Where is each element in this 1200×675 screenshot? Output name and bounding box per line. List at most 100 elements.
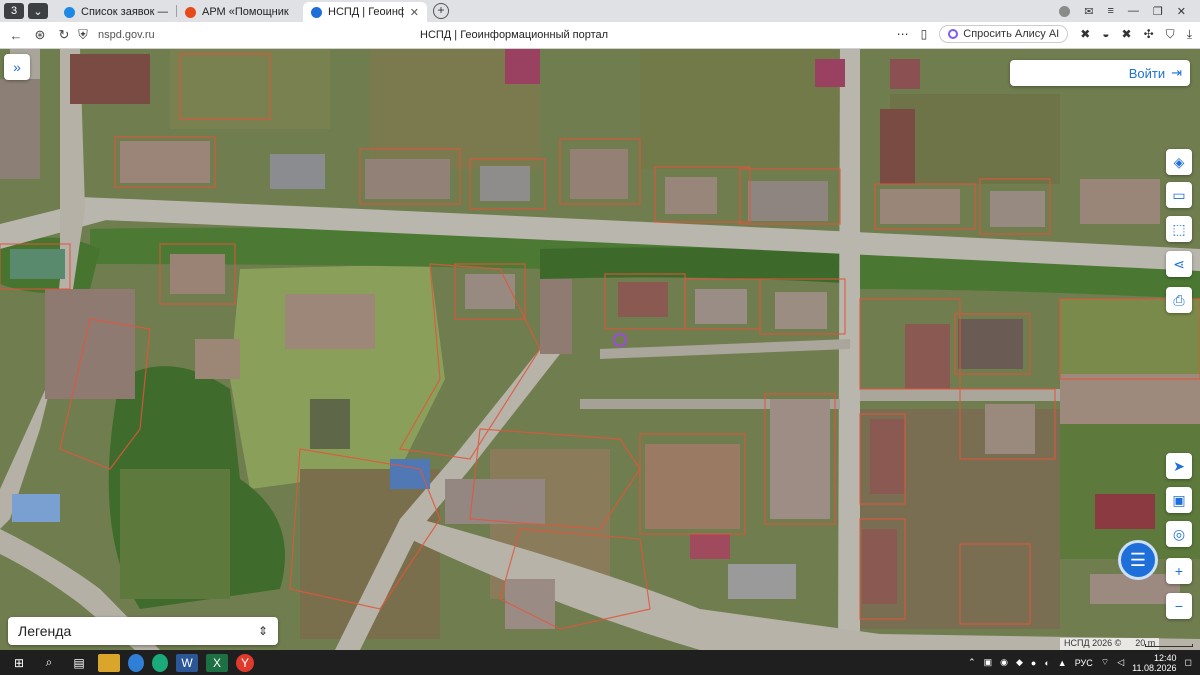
basemap-button[interactable]: ▣ (1166, 487, 1192, 513)
page-title: НСПД | Геоинформационный портал (420, 29, 609, 41)
excel-icon[interactable]: X (206, 653, 228, 672)
ruler-icon: ▭ (1172, 186, 1186, 203)
more-icon[interactable]: ⋯ (897, 27, 909, 41)
tab-label: НСПД | Геоинформацио (328, 6, 404, 18)
zoom-in-icon: + (1174, 563, 1184, 579)
address-bar-actions: ⋯ ▯ Спросить Алису AI ✖ ◒ ✖ ✣ ⛉ ⤓ (897, 25, 1192, 43)
windows-taskbar: ⊞ ⌕ ▤ W X Y ⌃ ▣ ◉ ◆ ● ◐ ▲ РУС ⌔ ◁ 12:40 … (0, 650, 1200, 675)
extension-icon[interactable]: ◒ (1102, 27, 1109, 41)
address-bar: ← ⊛ ↻ ⛨ nspd.gov.ru НСПД | Геоинформацио… (0, 22, 1200, 49)
tab-count-label: 3 (10, 5, 18, 17)
url-text[interactable]: nspd.gov.ru (98, 29, 155, 41)
alice-icon (948, 29, 959, 39)
tray-app-icon[interactable]: ▲ (1058, 658, 1067, 668)
downloads-icon[interactable]: ⤓ (1187, 27, 1192, 42)
extension-icon[interactable]: ⛉ (1166, 27, 1175, 42)
tab-requests-list[interactable]: Список заявок — ТехноК (56, 2, 176, 22)
geolocation-icon: ◎ (1172, 525, 1186, 542)
tab-count-badge[interactable]: 3 (4, 3, 24, 19)
basemap-icon: ▣ (1172, 491, 1186, 508)
share-icon: ⋖ (1173, 255, 1185, 272)
clock-time: 12:40 (1153, 652, 1177, 663)
tab-nspd-active[interactable]: НСПД | Геоинформацио ✕ (303, 2, 427, 22)
reload-icon[interactable]: ↻ (52, 27, 76, 43)
system-tray: ⌃ ▣ ◉ ◆ ● ◐ ▲ РУС ⌔ ◁ 12:40 11.08.2026 ◻ (968, 653, 1200, 673)
chat-icon: ☰ (1129, 549, 1147, 570)
area-select-button[interactable]: ⬚ (1166, 216, 1192, 242)
profile-avatar-icon[interactable] (1059, 5, 1071, 17)
layers-button[interactable]: ◈ (1166, 149, 1192, 175)
task-view-icon[interactable]: ▤ (68, 654, 90, 672)
start-icon[interactable]: ⊞ (8, 654, 30, 672)
tab-favicon-icon (64, 6, 75, 18)
extension-icon[interactable]: ✖ (1122, 27, 1132, 41)
volume-icon[interactable]: ◁ (1117, 657, 1124, 668)
clock-date: 11.08.2026 (1132, 662, 1177, 673)
tab-list-chevron-icon[interactable]: ⌄ (28, 3, 48, 19)
site-secure-icon[interactable]: ⛨ (76, 27, 90, 43)
tray-app-icon[interactable]: ▣ (984, 657, 993, 668)
scale-bar (1145, 644, 1193, 647)
extension-icon[interactable]: ✖ (1080, 27, 1090, 41)
area-select-icon: ⬚ (1172, 220, 1186, 237)
geolocation-button[interactable]: ◎ (1166, 521, 1192, 547)
extensions-puzzle-icon[interactable]: ✣ (1144, 27, 1154, 41)
tray-app-icon[interactable]: ◆ (1016, 657, 1023, 668)
tab-arm-helper[interactable]: АРМ «Помощник» (177, 2, 297, 22)
browser-tab-strip: 3 ⌄ Список заявок — ТехноК АРМ «Помощник… (0, 0, 1200, 22)
tab-label: АРМ «Помощник» (202, 6, 289, 18)
login-arrow-icon: ⇥ (1171, 65, 1182, 80)
file-explorer-icon[interactable] (98, 653, 120, 672)
back-arrow-icon[interactable]: ← (4, 28, 28, 43)
bookmark-icon[interactable]: ▯ (921, 27, 928, 41)
close-tab-icon[interactable]: ✕ (410, 6, 419, 19)
minimize-icon[interactable]: — (1128, 5, 1139, 17)
new-tab-button[interactable]: + (433, 3, 449, 19)
tray-app-icon[interactable]: ◉ (1000, 657, 1008, 668)
login-label: Войти (1128, 65, 1166, 81)
layers-icon: ◈ (1173, 153, 1185, 170)
chat-assistant-button[interactable]: ☰ (1118, 540, 1158, 580)
restore-icon[interactable]: ❐ (1153, 5, 1163, 18)
legend-label: Легенда (18, 623, 72, 639)
locate-button[interactable]: ➤ (1166, 453, 1192, 479)
navigation-arrow-icon: ➤ (1173, 457, 1185, 474)
expand-sidebar-button[interactable]: » (4, 54, 30, 80)
ask-alice-button[interactable]: Спросить Алису AI (939, 25, 1069, 43)
zoom-out-icon: − (1174, 598, 1184, 614)
notifications-bell-icon[interactable]: ◻ (1185, 657, 1192, 668)
copyright-text: НСПД 2026 © (1064, 638, 1122, 648)
chrome-icon[interactable] (128, 653, 144, 672)
tab-label: Список заявок — ТехноК (81, 6, 168, 18)
login-button[interactable]: Войти ⇥ (1010, 60, 1190, 86)
tray-app-icon[interactable]: ● (1031, 658, 1036, 668)
menu-icon[interactable]: ≡ (1107, 5, 1113, 17)
zoom-in-button[interactable]: + (1166, 558, 1192, 584)
close-window-icon[interactable]: ✕ (1177, 5, 1186, 18)
protect-shield-icon[interactable]: ⊛ (28, 27, 52, 43)
double-chevron-right-icon: » (13, 59, 21, 75)
print-button[interactable]: ⎙ (1166, 287, 1192, 313)
tab-favicon-icon (185, 6, 196, 18)
tray-overflow-icon[interactable]: ⌃ (968, 657, 976, 668)
search-icon[interactable]: ⌕ (38, 654, 60, 672)
tab-favicon-icon (311, 6, 322, 18)
map-viewport[interactable]: » ◈ ▭ ⬚ ⋖ ⎙ ➤ ▣ ◎ + − (0, 49, 1200, 650)
clock[interactable]: 12:40 11.08.2026 (1132, 653, 1176, 673)
edge-icon[interactable] (152, 653, 168, 672)
window-controls: ✉ ≡ — ❐ ✕ (1059, 5, 1200, 18)
print-icon: ⎙ (1173, 291, 1185, 308)
yandex-browser-icon[interactable]: Y (236, 653, 254, 672)
chevron-up-down-icon: ⇕ (257, 624, 268, 638)
network-icon[interactable]: ⌔ (1101, 657, 1109, 668)
ask-alice-label: Спросить Алису AI (963, 28, 1060, 40)
aerial-imagery (0, 49, 1200, 650)
share-button[interactable]: ⋖ (1166, 251, 1192, 277)
zoom-out-button[interactable]: − (1166, 593, 1192, 619)
word-icon[interactable]: W (176, 653, 198, 672)
language-indicator[interactable]: РУС (1075, 658, 1093, 668)
notifications-icon[interactable]: ✉ (1084, 5, 1093, 18)
legend-dropdown[interactable]: Легенда ⇕ (8, 617, 278, 645)
tray-app-icon[interactable]: ◐ (1044, 658, 1049, 668)
ruler-button[interactable]: ▭ (1166, 182, 1192, 208)
